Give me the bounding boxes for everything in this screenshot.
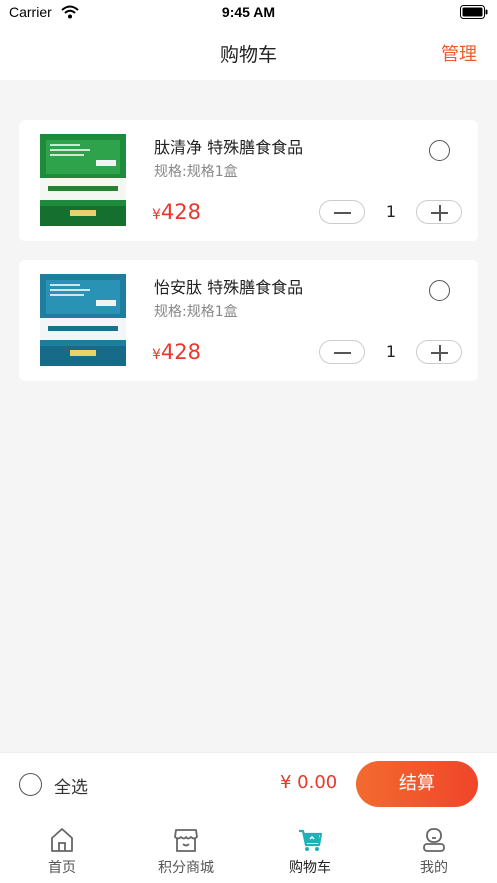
profile-icon	[423, 828, 445, 852]
increase-quantity-button[interactable]	[416, 200, 462, 224]
minus-icon	[334, 212, 351, 214]
price-value: 428	[160, 200, 202, 224]
tab-bar: 首页 积分商城 购物车 我的	[0, 814, 497, 883]
total-price: ¥ 0.00	[280, 772, 338, 793]
currency-symbol: ¥	[152, 207, 161, 223]
decrease-quantity-button[interactable]	[319, 340, 365, 364]
currency-symbol: ¥	[152, 347, 161, 363]
item-select-checkbox[interactable]	[429, 140, 450, 161]
product-name[interactable]: 怡安肽 特殊膳食食品	[154, 274, 303, 298]
status-time: 9:45 AM	[221, 4, 276, 20]
decrease-quantity-button[interactable]	[319, 200, 365, 224]
tab-label: 首页	[48, 860, 76, 876]
cart-item[interactable]: 怡安肽 特殊膳食食品 规格:规格1盒 ¥428 1	[19, 260, 478, 381]
status-bar: Carrier 9:45 AM	[0, 0, 497, 28]
select-all-label[interactable]: 全选	[54, 773, 88, 798]
tab-points-mall[interactable]: 积分商城	[124, 814, 248, 883]
product-name[interactable]: 肽清净 特殊膳食食品	[154, 134, 303, 158]
battery-icon	[460, 5, 488, 19]
cart-icon	[299, 829, 322, 851]
product-price: ¥428	[152, 340, 201, 364]
tab-home[interactable]: 首页	[0, 814, 124, 883]
checkout-button[interactable]: 结算	[356, 761, 478, 807]
increase-quantity-button[interactable]	[416, 340, 462, 364]
minus-icon	[334, 352, 351, 354]
tab-label: 我的	[420, 860, 448, 876]
tab-label: 购物车	[289, 860, 331, 876]
tab-profile[interactable]: 我的	[372, 814, 496, 883]
manage-button[interactable]: 管理	[441, 40, 477, 66]
page-title: 购物车	[219, 44, 277, 66]
quantity-value: 1	[385, 202, 397, 221]
cart-item[interactable]: 肽清净 特殊膳食食品 规格:规格1盒 ¥428 1	[19, 120, 478, 241]
product-spec: 规格:规格1盒	[154, 164, 238, 180]
product-price: ¥428	[152, 200, 201, 224]
tab-label: 积分商城	[158, 860, 214, 876]
price-value: 428	[160, 340, 202, 364]
quantity-value: 1	[385, 342, 397, 361]
product-image[interactable]	[40, 274, 126, 366]
item-select-checkbox[interactable]	[429, 280, 450, 301]
store-icon	[174, 829, 198, 852]
product-spec: 规格:规格1盒	[154, 304, 238, 320]
product-image[interactable]	[40, 134, 126, 226]
checkout-bar: 全选 ¥ 0.00 结算	[0, 752, 497, 814]
nav-bar: 购物车 管理	[0, 28, 497, 80]
select-all-checkbox[interactable]	[19, 773, 42, 796]
tab-cart[interactable]: 购物车	[248, 814, 372, 883]
home-icon	[51, 828, 73, 852]
